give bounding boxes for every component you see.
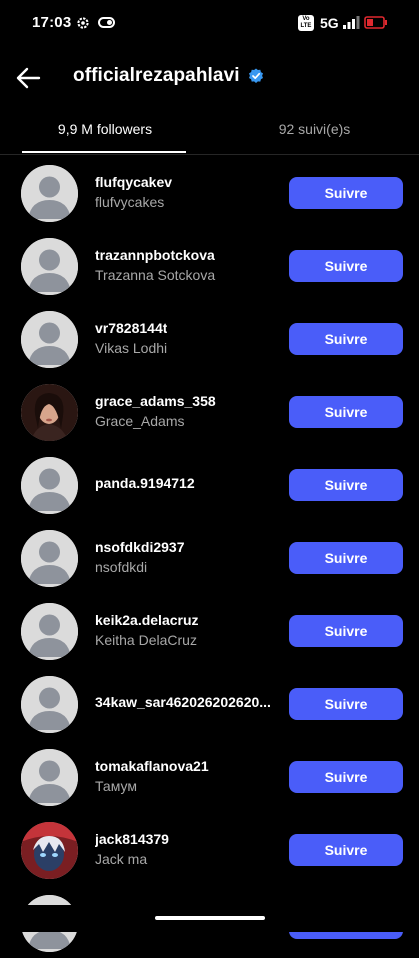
gear-icon bbox=[77, 17, 89, 29]
list-item[interactable]: nsofdkdi2937 nsofdkdi Suivre bbox=[0, 520, 419, 593]
username[interactable]: vr7828144t bbox=[95, 320, 167, 336]
full-name: Vikas Lodhi bbox=[95, 340, 168, 356]
avatar[interactable] bbox=[21, 311, 78, 368]
default-avatar-icon bbox=[21, 530, 78, 587]
tab-following[interactable]: 92 suivi(e)s bbox=[210, 121, 419, 137]
follow-button[interactable]: Suivre bbox=[289, 834, 403, 866]
follow-button[interactable]: Suivre bbox=[289, 615, 403, 647]
portrait-photo bbox=[21, 384, 78, 441]
list-item[interactable]: keik2a.delacruz Keitha DelaCruz Suivre bbox=[0, 593, 419, 666]
avatar[interactable] bbox=[21, 676, 78, 733]
follow-button[interactable]: Suivre bbox=[289, 396, 403, 428]
toggle-status-icon bbox=[98, 17, 115, 28]
follow-button[interactable]: Suivre bbox=[289, 469, 403, 501]
default-avatar-icon bbox=[21, 165, 78, 222]
list-item[interactable]: jack814379 Jack ma Suivre bbox=[0, 812, 419, 885]
list-item[interactable]: flufqycakev flufvycakes Suivre bbox=[0, 155, 419, 228]
default-avatar-icon bbox=[21, 603, 78, 660]
avatar[interactable] bbox=[21, 457, 78, 514]
default-avatar-icon bbox=[21, 749, 78, 806]
avatar[interactable] bbox=[21, 238, 78, 295]
volte-icon: Vo LTE bbox=[298, 15, 314, 31]
full-name: Jack ma bbox=[95, 851, 148, 867]
back-arrow-icon[interactable] bbox=[14, 64, 42, 92]
list-item[interactable]: panda.9194712 Suivre bbox=[0, 447, 419, 520]
tab-followers[interactable]: 9,9 M followers bbox=[0, 121, 210, 137]
network-type: 5G bbox=[320, 15, 339, 31]
avatar[interactable] bbox=[21, 530, 78, 587]
active-tab-indicator bbox=[22, 151, 186, 153]
battery-icon bbox=[364, 16, 387, 29]
avatar[interactable] bbox=[21, 165, 78, 222]
username[interactable]: jack814379 bbox=[95, 831, 169, 847]
follow-button[interactable]: Suivre bbox=[289, 688, 403, 720]
list-item[interactable]: 34kaw_sar462026202620... Suivre bbox=[0, 666, 419, 739]
username[interactable]: nsofdkdi2937 bbox=[95, 539, 184, 555]
username[interactable]: flufqycakev bbox=[95, 174, 172, 190]
username[interactable]: grace_adams_358 bbox=[95, 393, 216, 409]
follow-button[interactable]: Suivre bbox=[289, 323, 403, 355]
follow-button[interactable]: Suivre bbox=[289, 177, 403, 209]
avatar[interactable] bbox=[21, 749, 78, 806]
list-item[interactable]: tomakaflanova21 Тамум Suivre bbox=[0, 739, 419, 812]
follow-button[interactable]: Suivre bbox=[289, 542, 403, 574]
home-indicator[interactable] bbox=[155, 916, 265, 920]
follow-button[interactable]: Suivre bbox=[289, 761, 403, 793]
avatar-photo[interactable] bbox=[21, 384, 78, 441]
username[interactable]: keik2a.delacruz bbox=[95, 612, 199, 628]
full-name: Тамум bbox=[95, 778, 137, 794]
list-item[interactable]: grace_adams_358 Grace_Adams Suivre bbox=[0, 374, 419, 447]
username[interactable]: 34kaw_sar462026202620... bbox=[95, 694, 271, 710]
default-avatar-icon bbox=[21, 457, 78, 514]
list-item[interactable]: trazannpbotckova Trazanna Sotckova Suivr… bbox=[0, 228, 419, 301]
status-time: 17:03 bbox=[32, 14, 72, 31]
full-name: Grace_Adams bbox=[95, 413, 185, 429]
username[interactable]: panda.9194712 bbox=[95, 475, 195, 491]
status-bar: 17:03 Vo LTE 5G bbox=[0, 0, 419, 48]
full-name: Keitha DelaCruz bbox=[95, 632, 197, 648]
default-avatar-icon bbox=[21, 676, 78, 733]
verified-badge-icon bbox=[249, 68, 263, 83]
username[interactable]: tomakaflanova21 bbox=[95, 758, 209, 774]
default-avatar-icon bbox=[21, 311, 78, 368]
page-title: officialrezapahlavi bbox=[73, 65, 240, 86]
list-item[interactable]: vr7828144t Vikas Lodhi Suivre bbox=[0, 301, 419, 374]
anime-art-photo bbox=[21, 822, 78, 879]
signal-icon bbox=[343, 16, 360, 29]
follow-button[interactable]: Suivre bbox=[289, 250, 403, 282]
full-name: Trazanna Sotckova bbox=[95, 267, 216, 283]
avatar[interactable] bbox=[21, 603, 78, 660]
full-name: flufvycakes bbox=[95, 194, 165, 210]
username[interactable]: trazannpbotckova bbox=[95, 247, 215, 263]
full-name: nsofdkdi bbox=[95, 559, 148, 575]
avatar-photo[interactable] bbox=[21, 822, 78, 879]
default-avatar-icon bbox=[21, 238, 78, 295]
